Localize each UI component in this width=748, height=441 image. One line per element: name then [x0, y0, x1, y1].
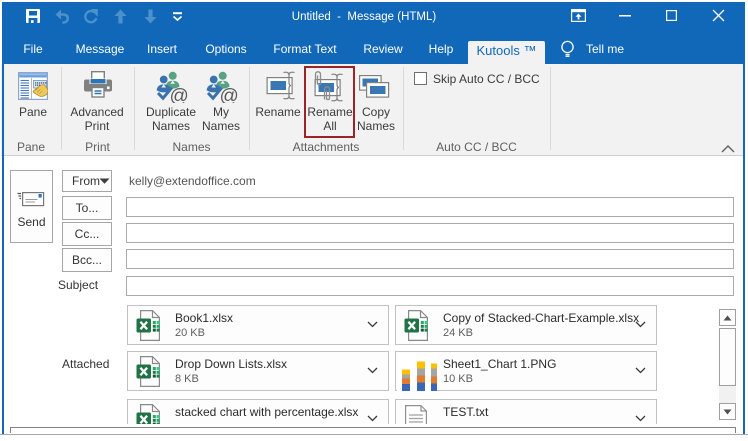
svg-text:@: @ [170, 86, 189, 103]
svg-text:@: @ [220, 86, 239, 103]
